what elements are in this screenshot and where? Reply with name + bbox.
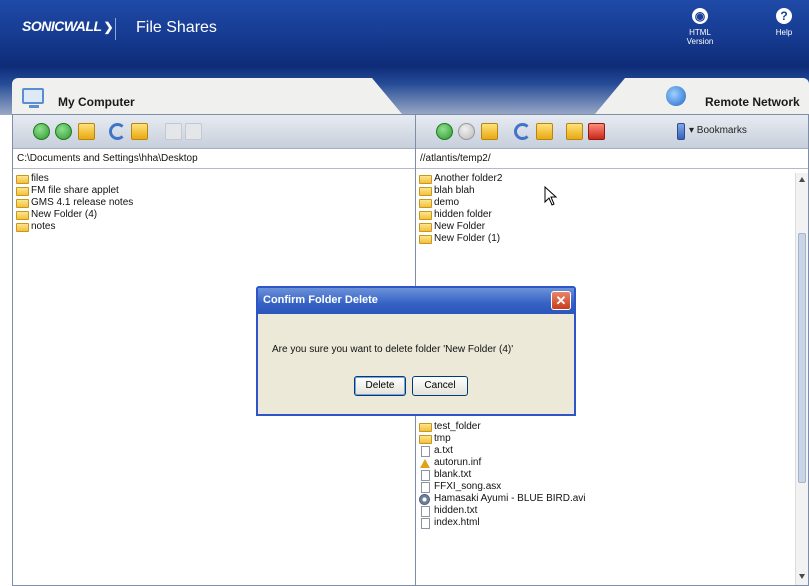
- remote-scrollbar[interactable]: [795, 173, 808, 585]
- dialog-title: Confirm Folder Delete: [263, 294, 378, 306]
- help-icon: ?: [776, 8, 792, 24]
- file-icon: [421, 506, 430, 517]
- tab-my-computer-label: My Computer: [58, 95, 135, 109]
- list-item[interactable]: New Folder (4): [13, 209, 415, 221]
- scroll-down-icon[interactable]: [799, 574, 805, 579]
- header-divider: [115, 18, 116, 40]
- folder-icon: [419, 423, 432, 432]
- list-item[interactable]: New Folder (1): [416, 233, 808, 245]
- html-version-button[interactable]: ◉ HTML Version: [676, 8, 724, 46]
- list-item[interactable]: New Folder: [416, 221, 808, 233]
- bookmark-icon: [677, 123, 685, 140]
- list-item[interactable]: blah blah: [416, 185, 808, 197]
- list-item[interactable]: blank.txt: [416, 469, 808, 481]
- help-button[interactable]: ? Help: [768, 8, 800, 37]
- remote-file-list: Another folder2 blah blah demo hidden fo…: [416, 173, 808, 245]
- folder-icon: [16, 175, 29, 184]
- dialog-message: Are you sure you want to delete folder '…: [272, 344, 514, 355]
- app-title: File Shares: [136, 19, 217, 36]
- folder-icon: [16, 223, 29, 232]
- html-version-label: HTML Version: [686, 28, 714, 46]
- tab-remote-network-label: Remote Network: [705, 95, 800, 109]
- list-item[interactable]: Hamasaki Ayumi - BLUE BIRD.avi: [416, 493, 808, 505]
- list-item[interactable]: demo: [416, 197, 808, 209]
- remote-toolbar: ▾ Bookmarks: [416, 115, 808, 149]
- list-item[interactable]: files: [13, 173, 415, 185]
- refresh-icon[interactable]: [514, 123, 531, 140]
- download-icon[interactable]: [55, 123, 72, 140]
- help-label: Help: [775, 28, 793, 37]
- file-icon: [421, 446, 430, 457]
- list-item[interactable]: index.html: [416, 517, 808, 529]
- list-item[interactable]: test_folder: [416, 421, 808, 433]
- rename-icon: [165, 123, 182, 140]
- properties-icon: [185, 123, 202, 140]
- file-icon: [421, 518, 430, 529]
- network-globe-icon: [666, 86, 686, 106]
- folder-icon: [419, 199, 432, 208]
- scroll-thumb[interactable]: [798, 233, 806, 483]
- folder-icon: [419, 175, 432, 184]
- list-item[interactable]: hidden.txt: [416, 505, 808, 517]
- list-item[interactable]: hidden folder: [416, 209, 808, 221]
- close-icon[interactable]: ✕: [551, 291, 571, 310]
- local-file-list: files FM file share applet GMS 4.1 relea…: [13, 173, 415, 233]
- list-item[interactable]: autorun.inf: [416, 457, 808, 469]
- cancel-button[interactable]: Cancel: [412, 376, 468, 396]
- folder-icon: [419, 211, 432, 220]
- scroll-up-icon[interactable]: [799, 177, 805, 182]
- folder-icon: [16, 199, 29, 208]
- confirm-folder-delete-dialog: Confirm Folder Delete ✕ Are you sure you…: [256, 286, 576, 416]
- app-header: SONICWALL ❯ File Shares ◉ HTML Version ? …: [0, 0, 809, 66]
- list-item[interactable]: tmp: [416, 433, 808, 445]
- local-toolbar: [13, 115, 415, 149]
- list-item[interactable]: FFXI_song.asx: [416, 481, 808, 493]
- up-folder-icon[interactable]: [131, 123, 148, 140]
- new-folder-icon[interactable]: [481, 123, 498, 140]
- bookmarks-dropdown[interactable]: ▾ Bookmarks: [689, 125, 747, 136]
- autorun-icon: [419, 459, 432, 468]
- list-item[interactable]: GMS 4.1 release notes: [13, 197, 415, 209]
- folder-icon: [419, 235, 432, 244]
- list-item[interactable]: a.txt: [416, 445, 808, 457]
- download-icon: [458, 123, 475, 140]
- list-item[interactable]: notes: [13, 221, 415, 233]
- remote-path[interactable]: //atlantis/temp2/: [416, 149, 808, 169]
- up-folder-icon[interactable]: [536, 123, 553, 140]
- rename-icon[interactable]: [566, 123, 583, 140]
- file-icon: [421, 470, 430, 481]
- local-path[interactable]: C:\Documents and Settings\hha\Desktop: [13, 149, 415, 169]
- list-item[interactable]: FM file share applet: [13, 185, 415, 197]
- folder-icon: [419, 187, 432, 196]
- delete-icon[interactable]: [588, 123, 605, 140]
- folder-icon: [16, 211, 29, 220]
- upload-icon[interactable]: [436, 123, 453, 140]
- file-icon: [421, 482, 430, 493]
- delete-button[interactable]: Delete: [354, 376, 406, 396]
- media-file-icon: [419, 494, 430, 505]
- remote-file-list-lower: test_folder tmp a.txt autorun.inf blank.…: [416, 421, 808, 529]
- mouse-cursor-icon: [544, 186, 558, 206]
- upload-icon[interactable]: [33, 123, 50, 140]
- refresh-icon[interactable]: [109, 123, 126, 140]
- folder-icon: [419, 435, 432, 444]
- dialog-title-bar: Confirm Folder Delete ✕: [258, 288, 574, 314]
- computer-icon: [22, 88, 44, 108]
- sonicwall-logo: SONICWALL ❯: [22, 18, 114, 34]
- html-version-icon: ◉: [692, 8, 708, 24]
- folder-icon: [16, 187, 29, 196]
- folder-icon: [419, 223, 432, 232]
- list-item[interactable]: Another folder2: [416, 173, 808, 185]
- new-folder-icon[interactable]: [78, 123, 95, 140]
